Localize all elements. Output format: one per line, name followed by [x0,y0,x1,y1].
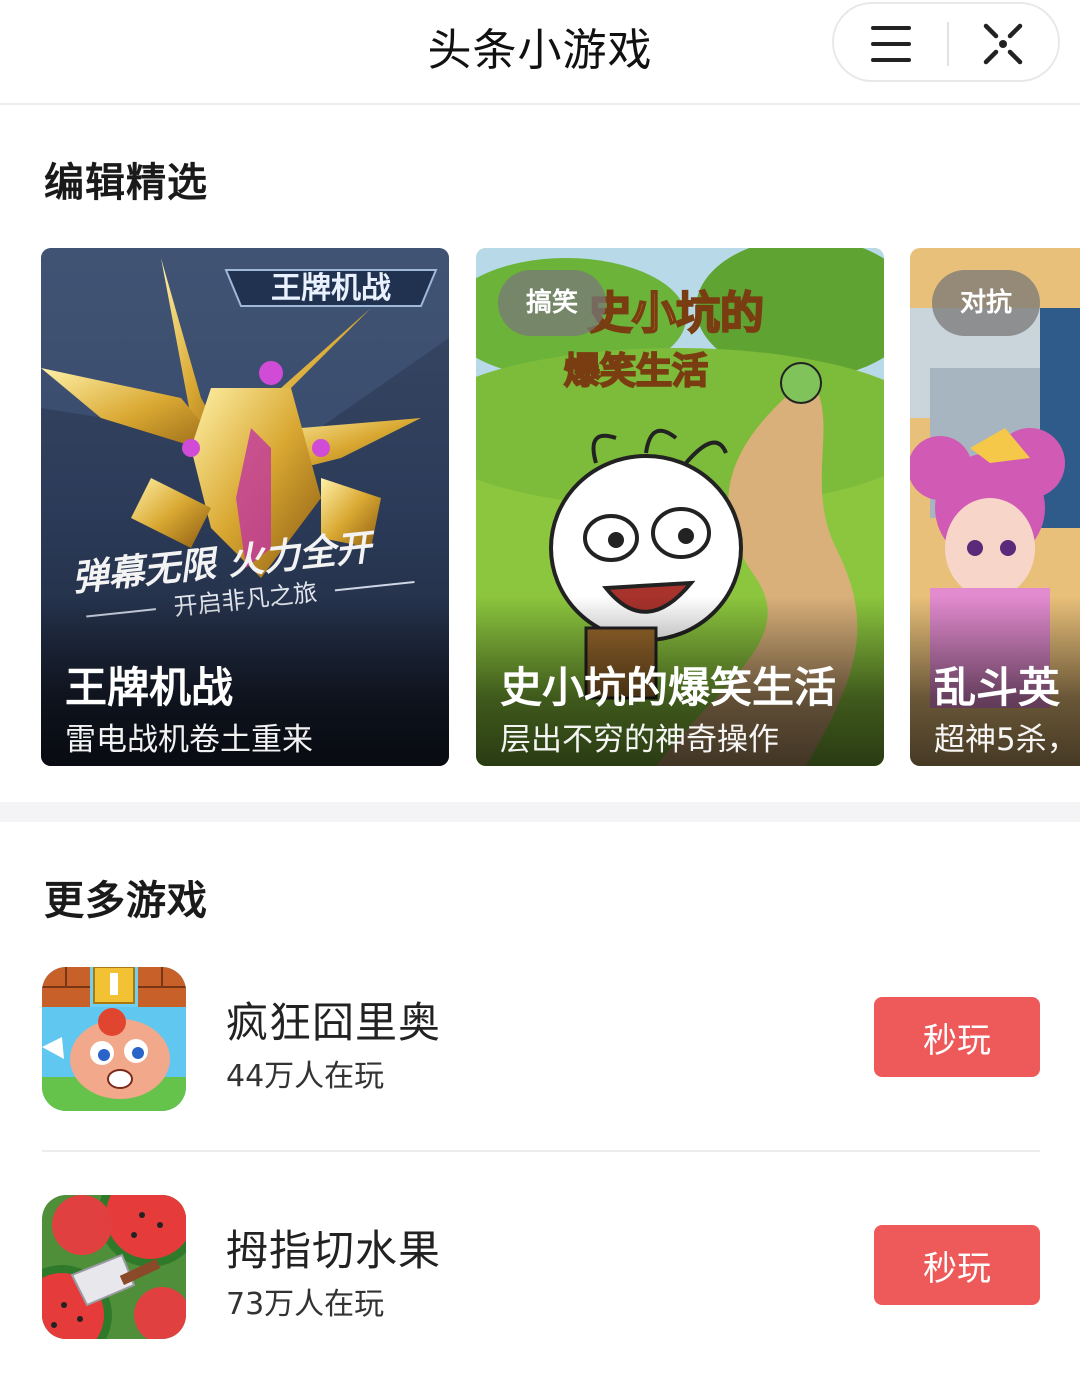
featured-heading: 编辑精选 [44,160,208,206]
card-tag: 对抗 [932,270,1041,336]
play-now-button[interactable]: 秒玩 [874,997,1040,1077]
card-title: 王牌机战 [65,663,234,712]
card-art-logo-line1: 史小坑的 [588,288,764,339]
card-description: 雷电战机卷土重来 [65,722,313,758]
capsule-divider [947,22,949,66]
card-description: 超神5杀， [934,722,1078,758]
more-games-heading: 更多游戏 [44,878,208,924]
play-now-button[interactable]: 秒玩 [874,1225,1040,1305]
list-item[interactable]: 疯狂囧里奥 44万人在玩 秒玩 [0,967,1080,1167]
capsule-menu [832,2,1060,82]
card-title: 乱斗英 [934,663,1061,712]
featured-card-wangpaijizhan[interactable]: 王牌机战 弹幕无限 火力全开 开启非凡之旅 王牌机战 雷电战机卷土重来 [41,248,449,766]
card-description: 层出不穷的神奇操作 [500,722,779,758]
game-player-count: 44万人在玩 [226,1059,385,1094]
card-art-logo: 王牌机战 [271,271,391,306]
game-name: 疯狂囧里奥 [226,998,442,1047]
list-divider [42,1150,1040,1152]
section-separator [0,802,1080,822]
card-tag: 搞笑 [498,270,607,336]
featured-card-luandouyingxiong[interactable]: 对抗 乱斗英 超神5杀， [910,248,1080,766]
featured-card-shixiaokeng[interactable]: 史小坑的 爆笑生活 搞笑 史小坑的爆笑生活 层出不穷的神奇操作 [476,248,884,766]
watermelon-game-icon [42,1195,186,1339]
menu-button[interactable] [856,14,926,74]
card-art-logo-line2: 爆笑生活 [564,351,708,392]
menu-icon [871,26,911,30]
featured-carousel[interactable]: 王牌机战 弹幕无限 火力全开 开启非凡之旅 王牌机战 雷电战机卷土重来 史小坑的… [0,248,1080,766]
card-title: 史小坑的爆笑生活 [500,663,837,712]
game-player-count: 73万人在玩 [226,1287,385,1322]
close-icon [983,23,1023,65]
mario-style-game-icon [42,967,186,1111]
game-name: 拇指切水果 [226,1226,442,1275]
close-button[interactable] [968,14,1038,74]
list-item[interactable]: 拇指切水果 73万人在玩 秒玩 [0,1195,1080,1395]
top-bar: 头条小游戏 [0,0,1080,105]
